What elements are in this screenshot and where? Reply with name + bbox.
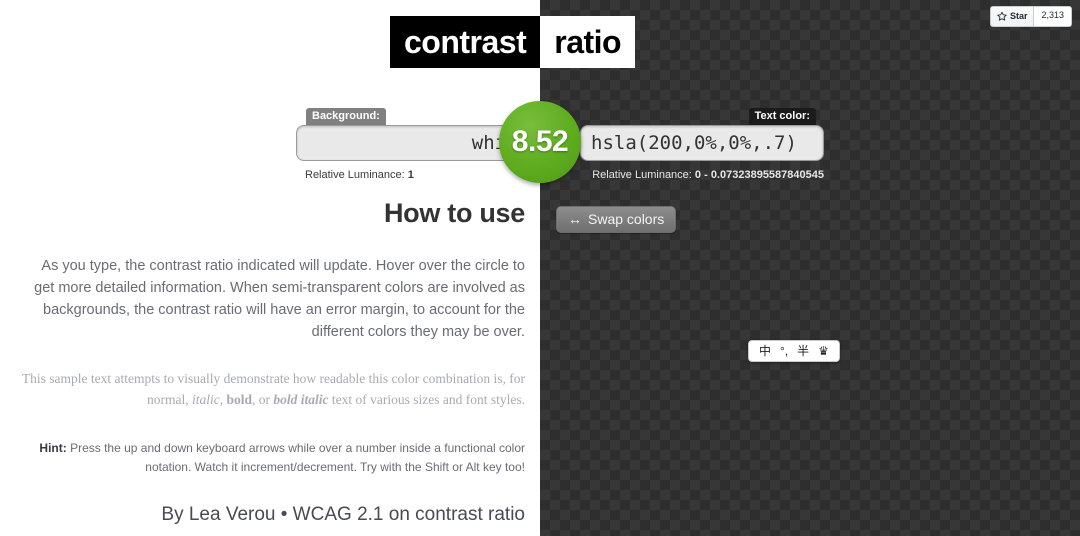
swap-colors-button[interactable]: ↔ Swap colors — [556, 206, 677, 233]
github-star-count[interactable]: 2,313 — [1034, 7, 1071, 26]
background-color-label: Background: — [306, 108, 386, 125]
sample-text-bold-italic: bold italic — [273, 392, 329, 408]
hint-body: Press the up and down keyboard arrows wh… — [66, 440, 525, 475]
text-color-input[interactable] — [580, 125, 824, 161]
howto-intro-text: As you type, the contrast ratio indicate… — [34, 258, 525, 341]
sample-text-italic: italic — [192, 392, 220, 408]
sample-text-part4: text of various sizes and font styles. — [328, 392, 525, 408]
text-color-field: Text color: Relative Luminance: 0 - 0.07… — [580, 108, 824, 181]
hint-label: Hint: — [39, 440, 67, 455]
sample-text: This sample text attempts to visually de… — [20, 369, 525, 411]
github-star-widget[interactable]: Star 2,313 — [989, 6, 1072, 27]
sample-text-part3: , or — [252, 392, 274, 408]
ime-language-mode-icon[interactable]: 中 — [759, 344, 771, 358]
ime-punctuation-mode-icon[interactable]: °, — [780, 344, 788, 358]
howto-heading: How to use — [383, 198, 525, 228]
credit-line: By Lea Verou • WCAG 2.1 on contrast rati… — [20, 504, 525, 526]
contrast-ratio-app: Star 2,313 contrast ratio Background: Re… — [0, 0, 1080, 536]
background-luminance-label: Relative Luminance: — [305, 169, 405, 181]
text-color-label: Text color: — [748, 108, 816, 125]
howto-section: How to use As you type, the contrast rat… — [20, 198, 525, 526]
github-star-button[interactable]: Star — [990, 7, 1035, 26]
hint-text: Hint: Press the up and down keyboard arr… — [20, 439, 525, 478]
text-color-pane — [540, 0, 1080, 536]
sample-text-bold: bold — [226, 392, 253, 408]
text-luminance: Relative Luminance: 0 - 0.07323895587840… — [592, 169, 824, 181]
star-icon — [996, 11, 1007, 22]
ime-toolbar[interactable]: 中 °, 半 ♛ — [748, 340, 840, 362]
page-title-contrast: contrast — [390, 16, 541, 68]
page-title: contrast ratio — [390, 16, 636, 68]
text-luminance-value: 0 - 0.07323895587840545 — [694, 169, 824, 181]
background-luminance-value: 1 — [407, 169, 414, 181]
ime-width-mode-icon[interactable]: 半 — [797, 344, 809, 358]
credit-link[interactable]: By Lea Verou • WCAG 2.1 on contrast rati… — [161, 504, 525, 525]
github-star-label: Star — [1009, 11, 1028, 21]
page-title-ratio: ratio — [540, 16, 636, 68]
contrast-ratio-value: 8.52 — [511, 125, 569, 158]
ime-shape-icon[interactable]: ♛ — [818, 344, 829, 358]
swap-colors-label: Swap colors — [588, 211, 665, 227]
text-luminance-label: Relative Luminance: — [592, 169, 692, 181]
background-luminance: Relative Luminance: 1 — [305, 169, 414, 181]
contrast-ratio-badge[interactable]: 8.52 — [499, 101, 581, 183]
sample-text-part2: , — [219, 392, 227, 408]
swap-horizontal-icon: ↔ — [568, 211, 582, 227]
